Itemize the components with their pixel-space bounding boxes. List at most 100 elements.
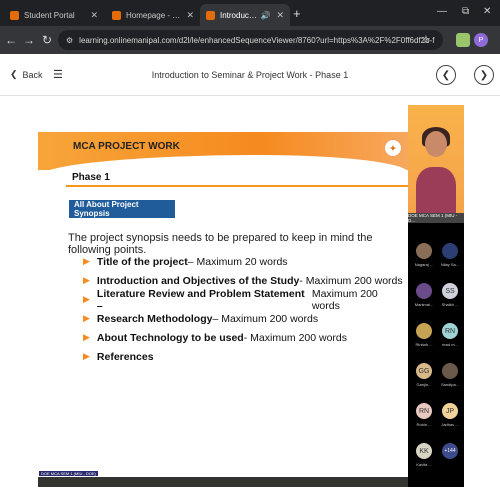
page-title: Introduction to Seminar & Project Work -… <box>151 70 349 80</box>
tab-introduction-seminar[interactable]: Introduction to Seminar & 🔊 ✕ <box>200 4 290 26</box>
previous-button[interactable]: ❮ <box>436 65 456 85</box>
tab-homepage-mca[interactable]: Homepage - MCA - PROJECT ✕ <box>106 4 200 26</box>
profile-avatar[interactable]: P <box>474 33 488 47</box>
participant-tile[interactable]: RN read m... <box>440 323 460 347</box>
list-item: ▶ Title of the project – Maximum 20 words <box>83 252 408 271</box>
close-icon[interactable]: ✕ <box>276 10 284 21</box>
slide-heading: MCA PROJECT WORK <box>73 141 180 152</box>
tab-label: Introduction to Seminar & <box>220 10 259 20</box>
address-bar[interactable]: ⚙ learning.onlinemanipal.com/d2l/le/enha… <box>58 30 443 50</box>
avatar <box>416 323 432 339</box>
back-arrow-icon[interactable]: ← <box>2 33 20 47</box>
participant-tile[interactable]: RN Robin ... <box>414 403 434 427</box>
bullet-arrow-icon: ▶ <box>83 332 90 342</box>
restore-icon[interactable]: ⧉ <box>462 6 469 17</box>
point-detail: Maximum 200 words <box>311 287 378 312</box>
participant-name: Rinitah ... <box>415 342 433 347</box>
avatar: JP <box>442 403 458 419</box>
close-icon[interactable]: ✕ <box>186 10 194 21</box>
participant-tile[interactable]: Nilay Sa... <box>440 243 460 267</box>
close-icon[interactable]: ✕ <box>90 10 98 21</box>
meeting-name-label: DOE MCA SEM 1 (MIU - DOE) <box>39 471 98 476</box>
tab-student-portal[interactable]: Student Portal ✕ <box>4 4 104 26</box>
point-title: Introduction and Objectives of the Study <box>96 274 300 287</box>
bookmark-star-icon[interactable]: ☆ <box>421 33 431 46</box>
participants-panel: DOE MCA SEM 1 (MIU - D... Nagaraj ... Nil… <box>408 105 464 487</box>
synopsis-label: All About Project Synopsis <box>74 200 139 218</box>
forward-arrow-icon[interactable]: → <box>20 33 38 47</box>
participant-name: Jadhav ... <box>441 422 459 427</box>
participant-tile[interactable]: +144 <box>440 443 460 462</box>
point-title: About Technology to be used <box>96 331 244 344</box>
point-title: Literature Review and Problem Statement … <box>96 287 305 312</box>
avatar: GG <box>416 363 432 379</box>
participant-tile[interactable]: GG Ganjin... <box>414 363 434 387</box>
participant-tile[interactable]: KK Kavita ... <box>414 443 434 467</box>
list-item: ▶ References <box>83 347 408 366</box>
extension-icon[interactable] <box>456 33 470 47</box>
next-button[interactable]: ❯ <box>474 65 494 85</box>
participant-tile[interactable]: JP Jadhav ... <box>440 403 460 427</box>
participant-name: Ganjin... <box>416 382 432 387</box>
participant-tile[interactable]: SS Shaikh ... <box>440 283 460 307</box>
university-logo-icon: ✦ <box>384 139 402 157</box>
favicon-icon <box>10 10 19 20</box>
presenter-video[interactable] <box>408 105 464 213</box>
minimize-icon[interactable]: — <box>437 6 447 17</box>
avatar: RN <box>442 323 458 339</box>
presentation-slide: MCA PROJECT WORK ✦ Phase 1 All About Pro… <box>38 105 408 487</box>
participant-tile[interactable]: Sandipa... <box>440 363 460 387</box>
site-info-icon[interactable]: ⚙ <box>66 36 73 45</box>
browser-toolbar: ← → ↻ ⚙ learning.onlinemanipal.com/d2l/l… <box>0 26 500 54</box>
avatar <box>442 363 458 379</box>
participant-name: Nilay Sa... <box>440 262 460 267</box>
list-item: ▶ Literature Review and Problem Statement… <box>83 287 408 312</box>
slide-footer-bar <box>38 477 408 487</box>
phase-divider <box>66 185 408 187</box>
reload-icon[interactable]: ↻ <box>38 33 56 47</box>
avatar: SS <box>442 283 458 299</box>
participant-tile[interactable]: Manimal... <box>414 283 434 307</box>
point-title: References <box>96 350 154 363</box>
point-detail: – Maximum 200 words <box>212 312 319 325</box>
participant-name: Manimal... <box>414 302 434 307</box>
participant-name: Kavita ... <box>416 462 432 467</box>
avatar: RN <box>416 403 432 419</box>
synopsis-banner: All About Project Synopsis <box>69 200 175 218</box>
presenter-body <box>416 167 456 213</box>
participant-name: Sandipa... <box>440 382 459 387</box>
url-text: learning.onlinemanipal.com/d2l/le/enhanc… <box>79 35 435 45</box>
participant-tile[interactable]: Rinitah ... <box>414 323 434 347</box>
point-title: Research Methodology <box>96 312 213 325</box>
bullet-arrow-icon: ▶ <box>83 275 90 285</box>
tab-label: Student Portal <box>24 10 75 20</box>
avatar: KK <box>416 443 432 459</box>
list-item: ▶ About Technology to be used - Maximum 2… <box>83 328 408 347</box>
chevron-right-icon: ❯ <box>479 69 489 81</box>
presenter-name: DOE MCA SEM 1 (MIU - D... <box>408 213 464 223</box>
new-tab-button[interactable]: + <box>293 6 301 21</box>
favicon-icon <box>206 10 215 20</box>
avatar: +144 <box>442 443 458 459</box>
participant-name: Shaikh ... <box>441 302 459 307</box>
window-close-icon[interactable]: ✕ <box>483 6 491 17</box>
point-detail: - Maximum 200 words <box>299 274 403 287</box>
bullet-arrow-icon: ▶ <box>83 313 90 323</box>
point-title: Title of the project <box>96 255 188 268</box>
participant-name: read m... <box>442 342 458 347</box>
favicon-icon <box>112 10 121 20</box>
avatar <box>416 283 432 299</box>
list-item: ▶ Research Methodology – Maximum 200 words <box>83 309 408 328</box>
speaker-icon: 🔊 <box>260 10 271 20</box>
avatar <box>416 243 432 259</box>
browser-tab-strip: Student Portal ✕ Homepage - MCA - PROJEC… <box>0 0 500 26</box>
bullet-arrow-icon: ▶ <box>83 294 90 304</box>
slide-points: ▶ Title of the project – Maximum 20 words… <box>83 252 408 366</box>
bullet-arrow-icon: ▶ <box>83 256 90 266</box>
point-detail: - Maximum 200 words <box>243 331 348 344</box>
bullet-arrow-icon: ▶ <box>83 351 90 361</box>
profile-initial: P <box>478 36 484 44</box>
point-detail: – Maximum 20 words <box>187 255 288 268</box>
course-header: ❮ Back ☰ Introduction to Seminar & Proje… <box>0 56 500 96</box>
participant-tile[interactable]: Nagaraj ... <box>414 243 434 267</box>
